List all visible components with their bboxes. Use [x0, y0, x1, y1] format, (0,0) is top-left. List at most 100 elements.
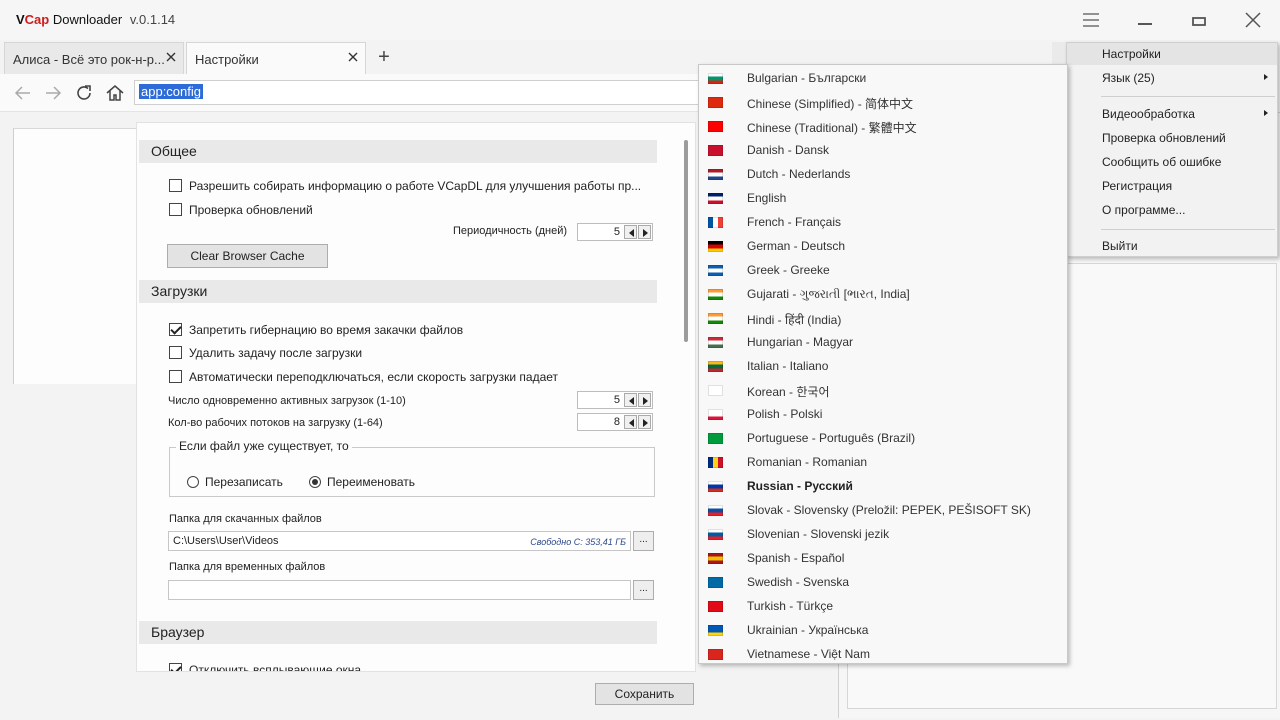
- menu-item-settings[interactable]: Настройки: [1102, 47, 1161, 61]
- language-item[interactable]: Ukrainian - Українська: [699, 618, 1067, 642]
- language-item[interactable]: Romanian - Romanian: [699, 450, 1067, 474]
- netherlands-flag: [708, 169, 723, 180]
- download-folder-label: Папка для скачанных файлов: [169, 513, 322, 525]
- turkey-flag: [708, 601, 723, 612]
- check-updates-checkbox[interactable]: Проверка обновлений: [169, 203, 313, 217]
- language-label: Chinese (Traditional) - 繁體中文: [747, 121, 917, 135]
- tab-settings[interactable]: Настройки: [186, 42, 366, 74]
- menu-item-exit[interactable]: Выйти: [1102, 239, 1138, 253]
- language-item[interactable]: Turkish - Türkçe: [699, 594, 1067, 618]
- period-stepper[interactable]: 5: [577, 223, 653, 241]
- collect-info-checkbox[interactable]: Разрешить собирать информацию о работе V…: [169, 179, 641, 193]
- rename-radio[interactable]: Переименовать: [309, 475, 415, 489]
- language-label: German - Deutsch: [747, 239, 846, 253]
- language-label: French - Français: [747, 215, 842, 229]
- increment-icon[interactable]: [638, 225, 651, 239]
- brazil-flag: [708, 433, 723, 444]
- slovenia-flag: [708, 529, 723, 540]
- language-item[interactable]: English: [699, 186, 1067, 210]
- language-item[interactable]: Polish - Polski: [699, 402, 1067, 426]
- menu-item-language[interactable]: Язык (25): [1102, 71, 1155, 85]
- no-hibernate-checkbox[interactable]: Запретить гибернацию во время закачки фа…: [169, 323, 463, 337]
- spain-flag: [708, 553, 723, 564]
- brand-v: V: [16, 12, 25, 27]
- language-label: English: [747, 191, 787, 205]
- threads-stepper[interactable]: 8: [577, 413, 653, 431]
- close-tab-icon[interactable]: [347, 51, 359, 63]
- language-item[interactable]: Bulgarian - Български: [699, 66, 1067, 90]
- russia-flag: [708, 481, 723, 492]
- clear-cache-button[interactable]: Clear Browser Cache: [167, 244, 328, 268]
- language-label: Greek - Greeke: [747, 263, 830, 277]
- denmark-flag: [708, 145, 723, 156]
- menu-item-about[interactable]: О программе...: [1102, 203, 1185, 217]
- india-flag: [708, 289, 723, 300]
- poland-flag: [708, 409, 723, 420]
- minimize-icon[interactable]: [1133, 8, 1157, 32]
- menu-highlight: [1067, 43, 1277, 65]
- hungary-flag: [708, 337, 723, 348]
- language-label: Gujarati - ગુજરાતી [ભારત, India]: [747, 287, 910, 301]
- uk-flag: [708, 193, 723, 204]
- language-item[interactable]: Slovak - Slovensky (Preložil: PEPEK, PEŠ…: [699, 498, 1067, 522]
- home-icon[interactable]: [104, 82, 126, 104]
- language-item[interactable]: Russian - Русский: [699, 474, 1067, 498]
- language-item[interactable]: Hindi - हिंदी (India): [699, 306, 1067, 330]
- active-downloads-stepper[interactable]: 5: [577, 391, 653, 409]
- tab-video[interactable]: Алиса - Всё это рок-н-р...: [4, 42, 184, 74]
- browse-temp-folder-button[interactable]: ...: [633, 580, 654, 600]
- temp-folder-label: Папка для временных файлов: [169, 561, 326, 573]
- language-item[interactable]: Portuguese - Português (Brazil): [699, 426, 1067, 450]
- language-item[interactable]: Italian - Italiano: [699, 354, 1067, 378]
- close-tab-icon[interactable]: [165, 51, 177, 63]
- language-item[interactable]: Hungarian - Magyar: [699, 330, 1067, 354]
- decrement-icon[interactable]: [624, 415, 637, 429]
- new-tab-button[interactable]: +: [374, 46, 394, 68]
- language-item[interactable]: Swedish - Svenska: [699, 570, 1067, 594]
- language-item[interactable]: Greek - Greeke: [699, 258, 1067, 282]
- language-item[interactable]: Gujarati - ગુજરાતી [ભારત, India]: [699, 282, 1067, 306]
- reload-icon[interactable]: [73, 82, 95, 104]
- ukraine-flag: [708, 625, 723, 636]
- language-item[interactable]: Dutch - Nederlands: [699, 162, 1067, 186]
- increment-icon[interactable]: [638, 393, 651, 407]
- close-icon[interactable]: [1241, 8, 1265, 32]
- language-item[interactable]: French - Français: [699, 210, 1067, 234]
- main-menu: Настройки Язык (25) Видеообработка Прове…: [1066, 42, 1278, 257]
- settings-scrollbar[interactable]: [684, 140, 688, 342]
- china-flag: [708, 97, 723, 108]
- language-item[interactable]: German - Deutsch: [699, 234, 1067, 258]
- language-item[interactable]: Slovenian - Slovenski jezik: [699, 522, 1067, 546]
- language-item[interactable]: Chinese (Traditional) - 繁體中文: [699, 114, 1067, 138]
- save-button[interactable]: Сохранить: [595, 683, 694, 705]
- language-item[interactable]: Spanish - Español: [699, 546, 1067, 570]
- browse-download-folder-button[interactable]: ...: [633, 531, 654, 551]
- language-item[interactable]: Chinese (Simplified) - 简体中文: [699, 90, 1067, 114]
- overwrite-radio[interactable]: Перезаписать: [187, 475, 283, 489]
- menu-separator: [1101, 96, 1275, 97]
- menu-item-registration[interactable]: Регистрация: [1102, 179, 1172, 193]
- auto-reconnect-checkbox[interactable]: Автоматически переподключаться, если ско…: [169, 370, 558, 384]
- disable-popups-checkbox[interactable]: Отключить всплывающие окна: [169, 663, 361, 671]
- download-folder-field[interactable]: C:\Users\User\Videos Свободно C: 353,41 …: [168, 531, 631, 551]
- increment-icon[interactable]: [638, 415, 651, 429]
- remove-task-checkbox[interactable]: Удалить задачу после загрузки: [169, 346, 362, 360]
- language-label: Hindi - हिंदी (India): [747, 313, 842, 327]
- back-arrow-icon[interactable]: [12, 82, 34, 104]
- file-exists-label: Если файл уже существует, то: [176, 439, 352, 453]
- section-general: Общее: [139, 140, 657, 163]
- vietnam-flag: [708, 649, 723, 660]
- temp-folder-field[interactable]: [168, 580, 631, 600]
- forward-arrow-icon[interactable]: [42, 82, 64, 104]
- menu-item-check-updates[interactable]: Проверка обновлений: [1102, 131, 1226, 145]
- language-item[interactable]: Danish - Dansk: [699, 138, 1067, 162]
- decrement-icon[interactable]: [624, 225, 637, 239]
- language-label: Portuguese - Português (Brazil): [747, 431, 916, 445]
- hamburger-icon[interactable]: [1079, 8, 1103, 32]
- decrement-icon[interactable]: [624, 393, 637, 407]
- language-item[interactable]: Korean - 한국어: [699, 378, 1067, 402]
- maximize-icon[interactable]: [1187, 8, 1211, 32]
- menu-item-report-bug[interactable]: Сообщить об ошибке: [1102, 155, 1221, 169]
- language-item[interactable]: Vietnamese - Việt Nam: [699, 642, 1067, 666]
- menu-item-video-processing[interactable]: Видеообработка: [1102, 107, 1195, 121]
